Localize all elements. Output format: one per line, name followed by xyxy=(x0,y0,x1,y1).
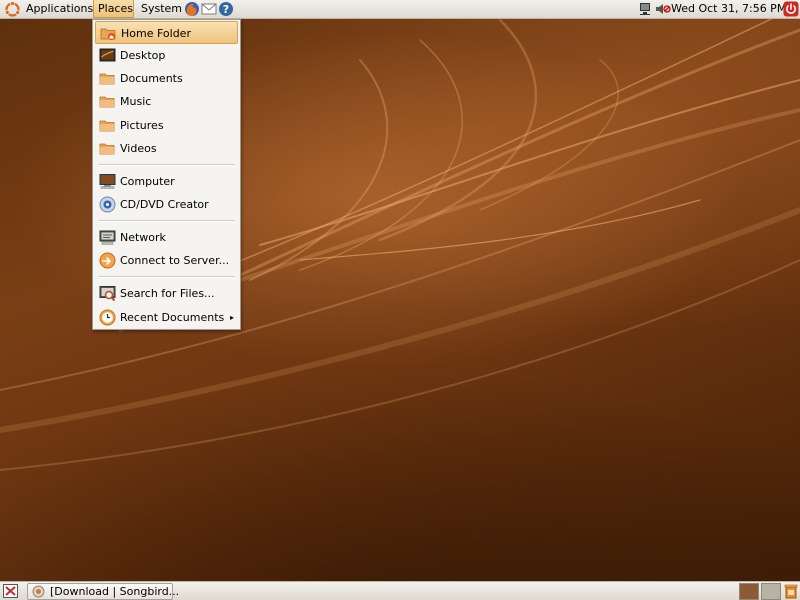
menu-item-label: Computer xyxy=(120,175,175,188)
menu-separator xyxy=(99,276,235,278)
workspace-1[interactable] xyxy=(739,583,759,600)
recent-documents-icon xyxy=(99,309,116,326)
menu-item-desktop[interactable]: Desktop xyxy=(95,44,238,67)
workspace-2[interactable] xyxy=(761,583,781,600)
top-panel: Applications Places System ? Wed Oct 31,… xyxy=(0,0,800,19)
menu-item-label: Videos xyxy=(120,142,157,155)
places-menu[interactable]: Places xyxy=(93,0,134,18)
menu-separator xyxy=(99,220,235,222)
folder-icon xyxy=(99,143,115,155)
volume-muted-icon[interactable] xyxy=(655,2,671,16)
svg-text:?: ? xyxy=(223,3,229,16)
taskbar-window-songbird[interactable]: [Download | Songbird... xyxy=(27,583,179,600)
taskbar-window-label: [Download | Songbird... xyxy=(50,585,180,598)
home-folder-icon xyxy=(100,28,116,41)
search-icon xyxy=(99,286,116,302)
menu-item-label: Desktop xyxy=(120,49,166,62)
menu-item-label: Connect to Server... xyxy=(120,254,230,267)
desktop-icon xyxy=(99,48,116,62)
folder-icon xyxy=(99,120,115,132)
menu-item-connect-to-server[interactable]: Connect to Server... xyxy=(95,249,238,272)
mail-launcher-icon[interactable] xyxy=(201,1,217,17)
help-launcher-icon[interactable]: ? xyxy=(218,1,234,17)
menu-item-pictures[interactable]: Pictures xyxy=(95,114,238,137)
menu-item-label: Network xyxy=(120,231,166,244)
firefox-launcher-icon[interactable] xyxy=(184,1,200,17)
menu-item-label: Music xyxy=(120,95,152,108)
menu-item-label: Search for Files... xyxy=(120,287,215,300)
places-dropdown: Home Folder Desktop Documents Music Pict… xyxy=(92,19,241,330)
connect-server-icon xyxy=(99,252,116,269)
menu-separator xyxy=(99,164,235,166)
menu-item-label: Recent Documents xyxy=(120,311,225,324)
menu-item-label: Documents xyxy=(120,72,183,85)
system-menu[interactable]: System xyxy=(137,0,186,18)
menu-item-documents[interactable]: Documents xyxy=(95,67,238,90)
submenu-arrow-icon: ▸ xyxy=(229,313,234,322)
menu-item-videos[interactable]: Videos xyxy=(95,137,238,160)
menu-item-network[interactable]: Network xyxy=(95,226,238,249)
computer-icon xyxy=(99,174,116,189)
clock[interactable]: Wed Oct 31, 7:56 PM xyxy=(671,0,786,18)
shutdown-icon[interactable] xyxy=(783,1,799,17)
menu-item-home-folder[interactable]: Home Folder xyxy=(95,21,238,44)
trash-icon[interactable] xyxy=(783,583,799,599)
menu-item-label: CD/DVD Creator xyxy=(120,198,209,211)
show-desktop-icon[interactable] xyxy=(3,584,18,598)
menu-item-computer[interactable]: Computer xyxy=(95,170,238,193)
menu-item-cd-dvd-creator[interactable]: CD/DVD Creator xyxy=(95,193,238,216)
menu-item-music[interactable]: Music xyxy=(95,90,238,113)
network-status-icon[interactable] xyxy=(638,2,652,16)
menu-item-label: Pictures xyxy=(120,119,164,132)
applications-menu[interactable]: Applications xyxy=(22,0,97,18)
folder-icon xyxy=(99,96,115,108)
menu-item-recent-documents[interactable]: Recent Documents ▸ xyxy=(95,306,238,329)
cd-icon xyxy=(99,196,116,213)
network-icon xyxy=(99,230,116,245)
ubuntu-logo-icon[interactable] xyxy=(4,1,21,18)
menu-item-search-for-files[interactable]: Search for Files... xyxy=(95,282,238,305)
folder-icon xyxy=(99,73,115,85)
songbird-app-icon xyxy=(32,585,45,598)
menu-item-label: Home Folder xyxy=(121,27,191,40)
bottom-panel: [Download | Songbird... xyxy=(0,581,800,600)
